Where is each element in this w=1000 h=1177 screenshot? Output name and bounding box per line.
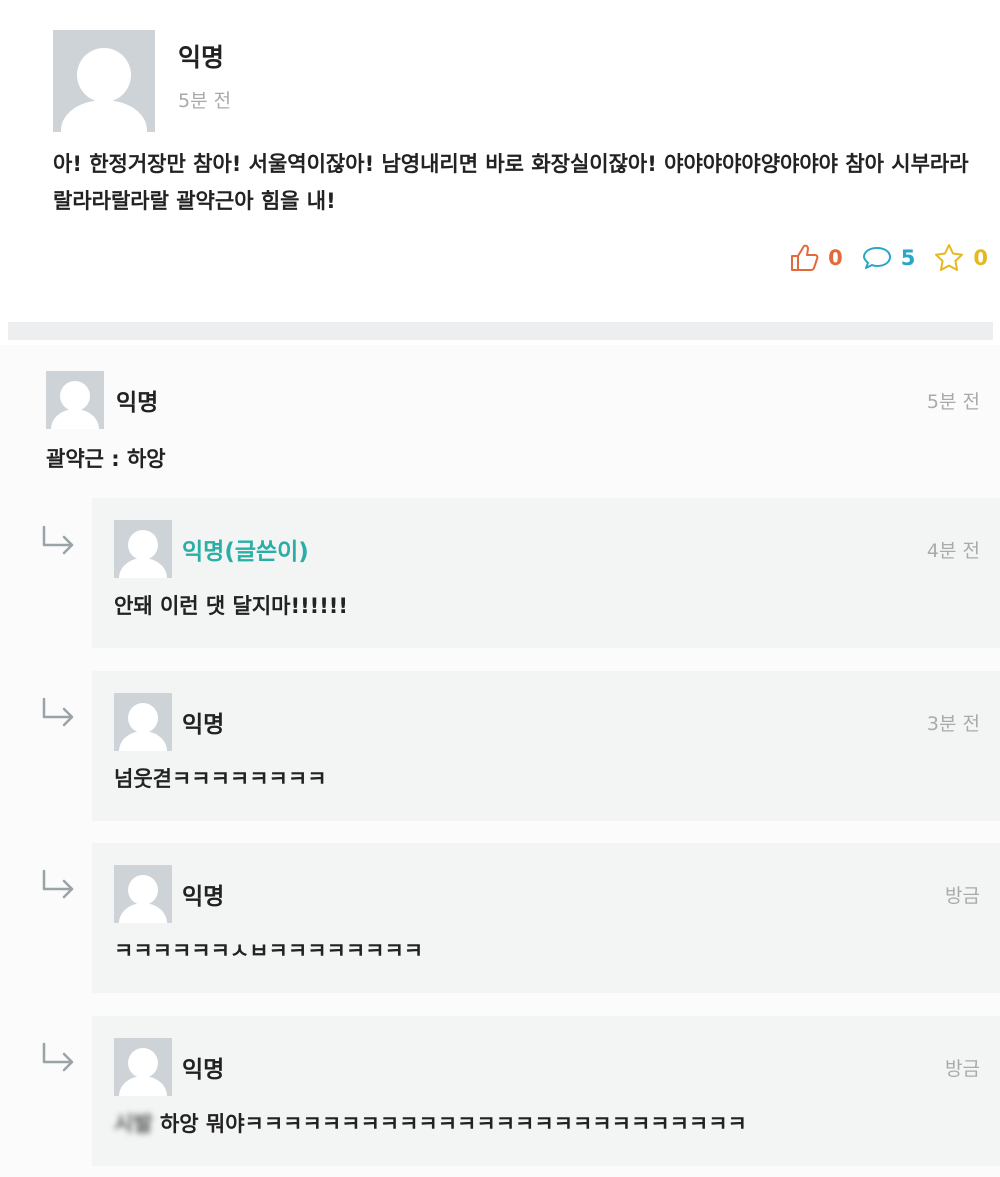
reply-time: 방금 bbox=[945, 885, 980, 907]
post-body: 아! 한정거장만 참아! 서울역이잖아! 남영내리면 바로 화장실이잖아! 야야… bbox=[53, 152, 969, 213]
reply-arrow-icon bbox=[40, 869, 78, 901]
star-icon bbox=[933, 242, 965, 274]
comment-author-avatar bbox=[46, 371, 104, 429]
comment-button[interactable]: 5 bbox=[861, 242, 916, 274]
reply-arrow-icon bbox=[40, 525, 78, 557]
reply-time: 4분 전 bbox=[926, 540, 980, 562]
speech-bubble-icon bbox=[861, 242, 893, 274]
comment-time: 5분 전 bbox=[926, 391, 980, 413]
reply: 익명 방금 시발 하앙 뭐야ㅋㅋㅋㅋㅋㅋㅋㅋㅋㅋㅋㅋㅋㅋㅋㅋㅋㅋㅋㅋㅋㅋㅋㅋㅋㅋ bbox=[92, 1016, 1000, 1166]
reply-author-avatar bbox=[114, 865, 172, 923]
like-count: 0 bbox=[828, 246, 843, 270]
reply-arrow-icon bbox=[40, 1042, 78, 1074]
reply: 익명(글쓴이) 4분 전 안돼 이런 댓 달지마!!!!!! bbox=[92, 498, 1000, 648]
reply: 익명 방금 ㅋㅋㅋㅋㅋㅋㅅㅂㅋㅋㅋㅋㅋㅋㅋㅋ bbox=[92, 843, 1000, 993]
comment-author: 익명 bbox=[116, 390, 159, 416]
reply-text: 안돼 이런 댓 달지마!!!!!! bbox=[114, 594, 348, 618]
favorite-count: 0 bbox=[973, 246, 988, 270]
favorite-button[interactable]: 0 bbox=[933, 242, 988, 274]
comment-count: 5 bbox=[900, 246, 916, 270]
like-button[interactable]: 0 bbox=[788, 242, 843, 274]
reply-text: 시발 하앙 뭐야ㅋㅋㅋㅋㅋㅋㅋㅋㅋㅋㅋㅋㅋㅋㅋㅋㅋㅋㅋㅋㅋㅋㅋㅋㅋㅋ bbox=[114, 1108, 747, 1138]
reply-time: 방금 bbox=[945, 1058, 980, 1080]
reply-time: 3분 전 bbox=[926, 713, 980, 735]
reply-author-avatar bbox=[114, 520, 172, 578]
reply-text: ㅋㅋㅋㅋㅋㅋㅅㅂㅋㅋㅋㅋㅋㅋㅋㅋ bbox=[114, 939, 424, 963]
reply: 익명 3분 전 넘웃겯ㅋㅋㅋㅋㅋㅋㅋㅋ bbox=[92, 671, 1000, 821]
post-stats: 0 5 0 bbox=[788, 242, 988, 274]
comment: 익명 5분 전 괄약근 : 하앙 bbox=[46, 371, 1000, 481]
blurred-word: 시발 bbox=[114, 1112, 153, 1136]
reply-author: 익명(글쓴이) bbox=[182, 539, 309, 565]
reply-author-avatar bbox=[114, 1038, 172, 1096]
reply-author-avatar bbox=[114, 693, 172, 751]
section-divider bbox=[8, 322, 993, 340]
post-card: 익명 5분 전 아! 한정거장만 참아! 서울역이잖아! 남영내리면 바로 화장… bbox=[0, 0, 1000, 322]
comment-text: 괄약근 : 하앙 bbox=[46, 447, 166, 471]
reply-author: 익명 bbox=[182, 712, 225, 738]
thumbs-up-icon bbox=[788, 242, 820, 274]
reply-text-rest: 하앙 뭐야ㅋㅋㅋㅋㅋㅋㅋㅋㅋㅋㅋㅋㅋㅋㅋㅋㅋㅋㅋㅋㅋㅋㅋㅋㅋㅋ bbox=[152, 1112, 747, 1136]
post-author: 익명 bbox=[178, 43, 225, 72]
post-author-avatar bbox=[53, 30, 155, 132]
reply-author: 익명 bbox=[182, 1057, 225, 1083]
reply-text: 넘웃겯ㅋㅋㅋㅋㅋㅋㅋㅋ bbox=[114, 767, 327, 791]
reply-arrow-icon bbox=[40, 697, 78, 729]
comment-list: 익명 5분 전 괄약근 : 하앙 익명(글쓴이) 4분 전 안돼 이런 댓 달지… bbox=[0, 345, 1000, 1177]
post-time: 5분 전 bbox=[178, 90, 232, 112]
reply-author: 익명 bbox=[182, 884, 225, 910]
